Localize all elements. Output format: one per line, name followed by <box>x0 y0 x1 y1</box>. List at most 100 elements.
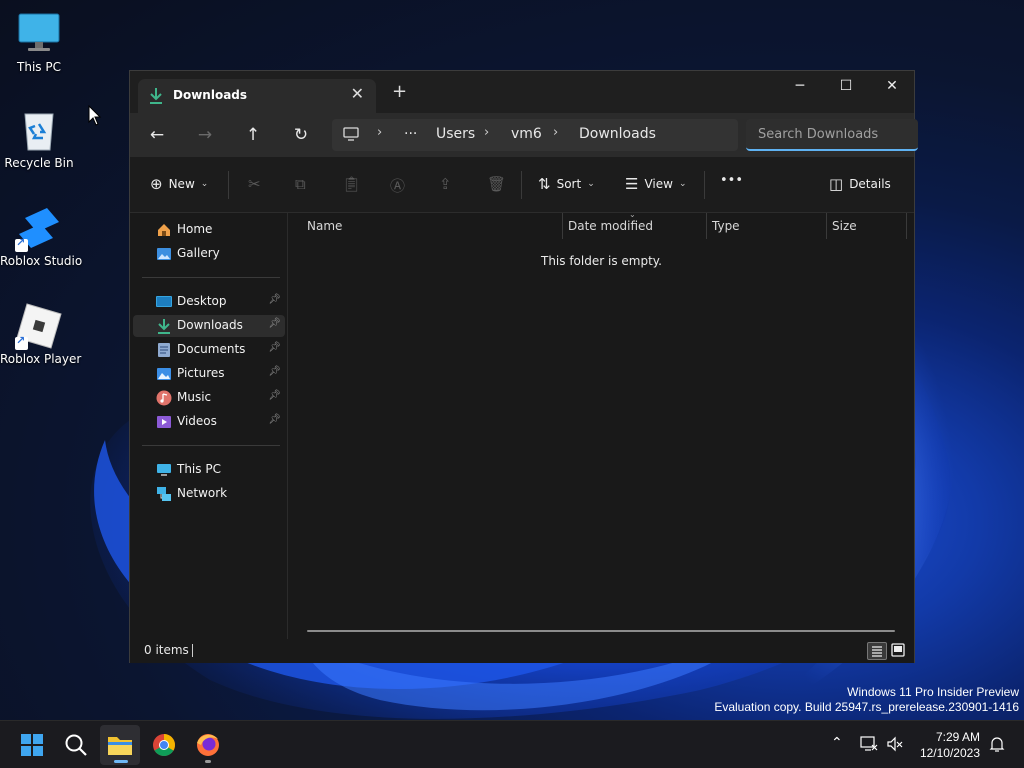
sidebar-item-downloads[interactable]: Downloads 📌︎ <box>133 315 285 337</box>
watermark-line-1: Windows 11 Pro Insider Preview <box>847 685 1019 699</box>
system-tray: ⌃ 7:29 AM 12/10/2023 <box>826 721 1024 768</box>
sidebar-item-gallery[interactable]: Gallery <box>133 243 285 265</box>
desktop-icon-this-pc[interactable]: This PC <box>0 10 78 74</box>
plus-circle-icon: ⊕ <box>150 175 163 193</box>
download-icon <box>148 87 164 108</box>
clock-date: 12/10/2023 <box>919 746 980 760</box>
close-window-button[interactable]: ✕ <box>869 71 915 101</box>
close-tab-icon[interactable]: ✕ <box>351 84 364 103</box>
volume-muted-icon[interactable] <box>886 735 904 756</box>
roblox-studio-icon <box>15 204 63 252</box>
search-button[interactable] <box>56 725 96 765</box>
command-bar: ⊕ New ⌄ ✂ ⧉ 📋︎ Ⓐ ⇪ 🗑︎ ⇅ Sort ⌄ ☰ View ⌄ … <box>130 157 914 213</box>
up-button[interactable]: ↑ <box>239 123 267 147</box>
recycle-bin-icon <box>15 106 63 154</box>
clock[interactable]: 7:29 AM 12/10/2023 <box>920 729 980 761</box>
chevron-right-icon[interactable]: › <box>484 125 489 140</box>
folder-icon <box>108 737 132 755</box>
download-icon <box>156 318 172 334</box>
tab-downloads[interactable]: Downloads ✕ <box>138 79 376 113</box>
sidebar-item-network[interactable]: Network <box>133 483 285 505</box>
desktop-icon-recycle-bin[interactable]: Recycle Bin <box>0 106 78 170</box>
delete-button[interactable]: 🗑︎ <box>487 175 506 193</box>
view-list-icon: ☰ <box>625 175 639 193</box>
address-bar[interactable]: › ··· Users › vm6 › Downloads <box>332 119 738 151</box>
cut-button[interactable]: ✂ <box>248 175 261 193</box>
sidebar-item-label: Videos <box>177 414 217 428</box>
notification-bell-icon[interactable] <box>988 735 1006 756</box>
pin-icon: 📌︎ <box>268 318 281 329</box>
divider <box>142 277 280 278</box>
pin-icon: 📌︎ <box>268 366 281 377</box>
column-divider[interactable] <box>706 213 707 239</box>
navigation-bar: ← → ↑ ↻ › ··· Users › vm6 › Downloads <box>130 113 918 157</box>
clock-time: 7:29 AM <box>935 730 980 744</box>
column-header-date-modified[interactable]: Date modified <box>568 213 653 239</box>
back-button[interactable]: ← <box>143 123 171 147</box>
sidebar-item-pictures[interactable]: Pictures 📌︎ <box>133 363 285 385</box>
trash-icon: 🗑︎ <box>487 175 507 193</box>
horizontal-scrollbar[interactable] <box>307 630 895 632</box>
sidebar-item-label: Gallery <box>177 246 220 260</box>
new-tab-button[interactable]: + <box>392 83 407 101</box>
sidebar-item-label: Documents <box>177 342 246 356</box>
maximize-button[interactable]: ☐ <box>823 71 869 101</box>
column-divider[interactable] <box>906 213 907 239</box>
view-button[interactable]: ☰ View ⌄ <box>625 175 686 193</box>
column-header-type[interactable]: Type <box>712 213 740 239</box>
breadcrumb-overflow[interactable]: ··· <box>404 126 417 142</box>
chrome-icon <box>153 734 175 756</box>
rename-button[interactable]: Ⓐ <box>390 175 405 196</box>
chevron-right-icon[interactable]: › <box>377 125 382 140</box>
watermark-line-2: Evaluation copy. Build 25947.rs_prerelea… <box>714 700 1019 714</box>
empty-folder-message: This folder is empty. <box>541 254 662 268</box>
start-button[interactable] <box>12 725 52 765</box>
sidebar-item-label: Desktop <box>177 294 227 308</box>
details-label: Details <box>849 177 891 191</box>
file-explorer-taskbar-button[interactable] <box>100 725 140 765</box>
column-header-name[interactable]: Name <box>307 213 342 239</box>
sidebar-item-home[interactable]: Home <box>133 219 285 241</box>
sidebar-item-videos[interactable]: Videos 📌︎ <box>133 411 285 433</box>
details-button[interactable]: ◫ Details <box>829 175 891 193</box>
pin-icon: 📌︎ <box>268 414 281 425</box>
chevron-right-icon[interactable]: › <box>553 125 558 140</box>
more-options-button[interactable]: ••• <box>720 173 743 188</box>
more-icon: ••• <box>720 173 744 188</box>
sidebar-item-documents[interactable]: Documents 📌︎ <box>133 339 285 361</box>
network-status-icon[interactable] <box>860 735 878 756</box>
refresh-button[interactable]: ↻ <box>287 123 315 147</box>
column-header-size[interactable]: Size <box>832 213 857 239</box>
desktop-folder-icon <box>156 294 172 310</box>
chevron-up-icon[interactable]: ⌃ <box>831 735 843 751</box>
share-button[interactable]: ⇪ <box>439 175 452 193</box>
shortcut-arrow-icon <box>15 236 28 252</box>
search-input[interactable] <box>746 119 918 151</box>
navigation-pane: Home Gallery Desktop 📌︎ Downloads 📌︎ Doc… <box>130 213 288 639</box>
chrome-taskbar-button[interactable] <box>144 725 184 765</box>
sidebar-item-this-pc[interactable]: This PC <box>133 459 285 481</box>
minimize-button[interactable]: ─ <box>777 71 823 101</box>
large-icons-view-button[interactable] <box>889 642 909 660</box>
forward-button[interactable]: → <box>191 123 219 147</box>
file-list[interactable]: ⌄ Name Date modified Type Size This fold… <box>289 210 914 639</box>
firefox-taskbar-button[interactable] <box>188 725 228 765</box>
network-icon <box>156 486 172 502</box>
sort-button[interactable]: ⇅ Sort ⌄ <box>538 175 595 193</box>
firefox-icon <box>197 734 219 756</box>
breadcrumb-downloads[interactable]: Downloads <box>579 126 656 142</box>
sidebar-item-desktop[interactable]: Desktop 📌︎ <box>133 291 285 313</box>
column-divider[interactable] <box>826 213 827 239</box>
title-bar[interactable]: Downloads ✕ + ─ ☐ ✕ <box>130 71 914 113</box>
breadcrumb-vm6[interactable]: vm6 <box>511 126 542 142</box>
copy-button[interactable]: ⧉ <box>295 175 306 193</box>
desktop-icon-roblox-player[interactable]: Roblox Player <box>0 302 81 366</box>
details-view-button[interactable] <box>867 642 887 660</box>
column-divider[interactable] <box>562 213 563 239</box>
sidebar-item-label: Music <box>177 390 212 404</box>
sidebar-item-music[interactable]: Music 📌︎ <box>133 387 285 409</box>
breadcrumb-users[interactable]: Users <box>436 126 475 142</box>
desktop-icon-roblox-studio[interactable]: Roblox Studio <box>0 204 82 268</box>
paste-button[interactable]: 📋︎ <box>342 175 361 193</box>
new-button[interactable]: ⊕ New ⌄ <box>150 175 208 193</box>
